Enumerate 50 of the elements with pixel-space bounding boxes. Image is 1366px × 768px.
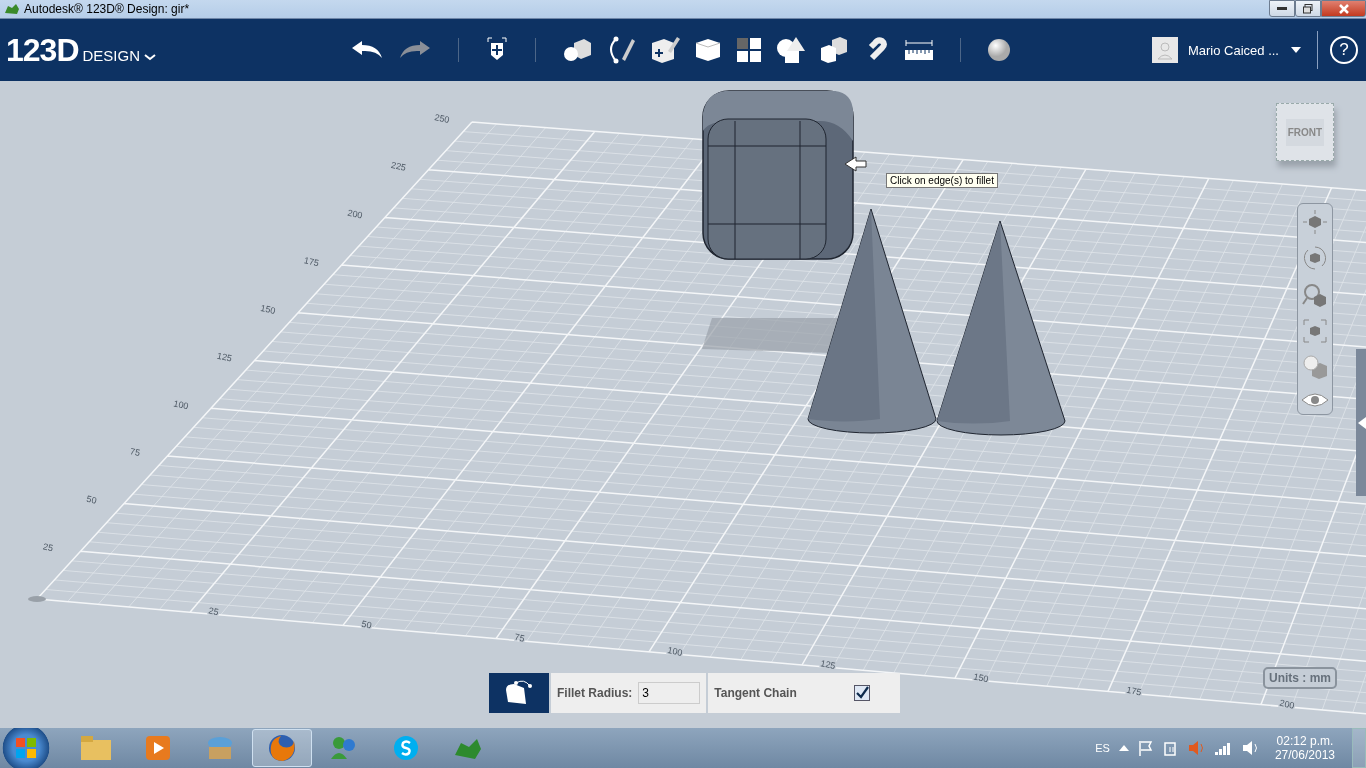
close-button[interactable]: [1321, 0, 1366, 17]
eye-icon[interactable]: [1301, 390, 1329, 409]
pan-icon[interactable]: [1302, 209, 1328, 236]
side-panel-tab[interactable]: [1356, 349, 1366, 496]
start-button[interactable]: [0, 728, 52, 768]
globe-icon: [267, 733, 297, 763]
chevron-icon: [144, 52, 156, 61]
restore-icon: [1303, 3, 1313, 14]
tooltip: Click on edge(s) to fillet: [886, 173, 998, 188]
sphere-icon[interactable]: [987, 38, 1011, 62]
window-title: Autodesk® 123D® Design: gir*: [24, 2, 190, 16]
grid-squares-icon[interactable]: [736, 37, 762, 63]
construct-icon[interactable]: [650, 35, 680, 65]
modify-icon[interactable]: [694, 37, 722, 63]
signal-bars-icon[interactable]: [1214, 741, 1233, 755]
app-menu-button[interactable]: 123D DESIGN: [0, 31, 340, 69]
avatar-icon: [1151, 37, 1178, 63]
volume-icon[interactable]: [1241, 740, 1260, 756]
fillet-radius-label: Fillet Radius:: [557, 686, 633, 700]
primitives-icon[interactable]: [562, 37, 592, 63]
flag-icon[interactable]: [1137, 740, 1154, 756]
windows-logo-icon: [16, 738, 36, 758]
orbit-icon[interactable]: [1302, 245, 1328, 272]
app-icon: [4, 3, 20, 15]
display-mode-icon[interactable]: [1302, 354, 1328, 381]
minimize-icon: [1277, 6, 1287, 11]
drum-icon: [206, 735, 234, 761]
fillet-radius-field[interactable]: 3: [638, 682, 701, 704]
show-hidden-icons[interactable]: [1118, 745, 1129, 751]
ruler-icon[interactable]: [904, 39, 934, 61]
browser-app-button[interactable]: [252, 729, 312, 767]
minimize-button[interactable]: [1269, 0, 1295, 17]
fillet-icon: [504, 680, 534, 706]
restore-button[interactable]: [1295, 0, 1321, 17]
chat-bubble-icon: [392, 734, 420, 762]
user-menu-button[interactable]: Mario Caiced ...: [1183, 42, 1285, 58]
combine-shapes-icon[interactable]: [776, 35, 806, 65]
zoom-icon[interactable]: [1302, 281, 1328, 308]
caret-icon: [1291, 47, 1301, 53]
blocks-icon[interactable]: [820, 36, 848, 64]
tangent-chain-label: Tangent Chain: [714, 686, 797, 700]
help-button[interactable]: ?: [1330, 36, 1358, 64]
close-icon: [1337, 3, 1350, 14]
tangent-chain-checkbox[interactable]: [854, 685, 871, 701]
checkmark-icon: [855, 686, 870, 700]
fit-view-icon[interactable]: [1302, 318, 1328, 345]
folder-icon: [81, 736, 111, 760]
units-badge: Units : mm: [1263, 667, 1337, 689]
play-icon: [146, 736, 170, 760]
triangle-icon: [1358, 416, 1366, 429]
